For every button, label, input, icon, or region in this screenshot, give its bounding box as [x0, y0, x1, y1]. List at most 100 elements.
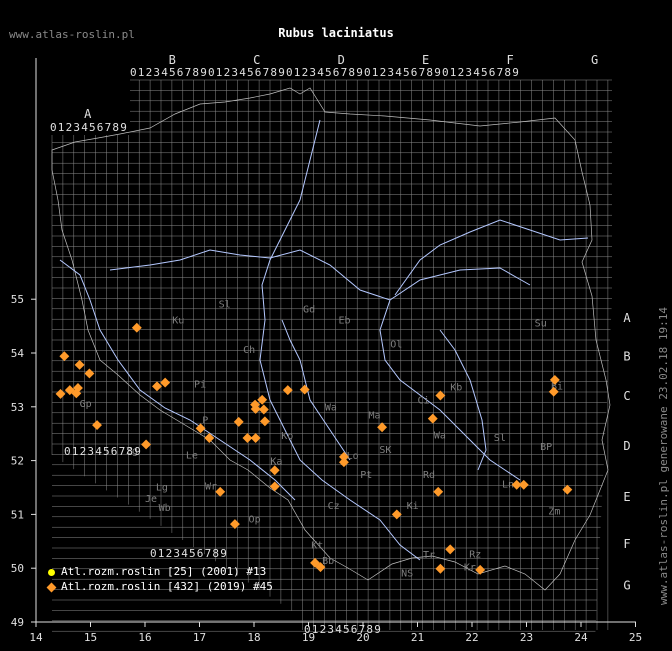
region-label: Zm — [548, 506, 560, 517]
y-tick-label: 51 — [11, 508, 24, 521]
grid-digit: 1 — [58, 121, 65, 134]
grid-digit: 0 — [130, 66, 137, 79]
grid-digit: 7 — [497, 66, 504, 79]
grid-digit: 7 — [119, 445, 126, 458]
grid-digit: 2 — [302, 66, 309, 79]
grid-layer — [51, 79, 612, 632]
grid-digit: 9 — [374, 623, 381, 636]
record-point — [204, 433, 215, 443]
grid-letter-top: G — [591, 53, 598, 67]
grid-letter-right: G — [623, 579, 630, 593]
record-point — [152, 381, 162, 392]
grid-digit: 7 — [341, 66, 348, 79]
record-point — [141, 439, 152, 450]
region-label: Le — [186, 450, 198, 461]
y-tick-label: 52 — [11, 455, 24, 468]
distribution-map: KuSl GdEb SuCh OlPiCiBiKbGp WaMaPKo Wa SlBPZg L… — [11, 53, 642, 644]
map-title: Rubus laciniatus — [278, 26, 394, 40]
record-point — [259, 416, 270, 427]
region-label: Ci — [418, 396, 430, 407]
grid-digit: 4 — [239, 66, 246, 79]
region-label: Ma — [368, 411, 380, 422]
river-bug — [394, 219, 589, 296]
grid-digit: 2 — [458, 66, 465, 79]
grid-letter-right: D — [623, 439, 630, 453]
grid-digit: 3 — [387, 66, 394, 79]
grid-digit: 8 — [366, 623, 373, 636]
region-label: Ka — [270, 456, 282, 467]
grid-digit: 8 — [112, 121, 119, 134]
region-label: Eb — [338, 315, 350, 326]
river-oder — [59, 259, 296, 501]
orange-diamond-icon — [46, 582, 57, 592]
grid-digit: 6 — [255, 66, 262, 79]
record-point — [427, 413, 438, 424]
record-point — [233, 416, 244, 427]
grid-digit: 9 — [120, 121, 127, 134]
grid-digit: 4 — [317, 66, 324, 79]
grid-letter-right: C — [623, 389, 630, 403]
region-label: Kr — [464, 562, 476, 573]
grid-letter-top: F — [507, 53, 514, 67]
grid-digit: 0 — [150, 547, 157, 560]
grid-digit: 0 — [208, 66, 215, 79]
river-warta — [109, 249, 531, 301]
grid-digit: 8 — [348, 66, 355, 79]
grid-digit: 8 — [426, 66, 433, 79]
region-label: Ku — [172, 315, 184, 326]
grid-digit: 1 — [72, 445, 79, 458]
grid-digit: 3 — [153, 66, 160, 79]
region-label: Op — [249, 514, 261, 525]
grid-digit: 7 — [359, 623, 366, 636]
grid-digit: 1 — [294, 66, 301, 79]
grid-digit: 0 — [50, 121, 57, 134]
record-point — [433, 486, 444, 497]
grid-digit: 4 — [473, 66, 480, 79]
grid-digit: 9 — [434, 66, 441, 79]
region-label: Ki — [407, 501, 419, 512]
record-point — [84, 368, 95, 379]
region-label: Wa — [434, 431, 446, 442]
region-label: Kt — [311, 540, 323, 551]
region-label: BP — [540, 442, 552, 453]
grid-digit: 6 — [489, 66, 496, 79]
x-tick-label: 25 — [629, 631, 642, 644]
grid-digit: 3 — [87, 445, 94, 458]
x-tick-label: 21 — [411, 631, 424, 644]
record-point — [282, 385, 293, 396]
grid-digit: 3 — [73, 121, 80, 134]
region-label: Sl — [219, 299, 231, 310]
grid-digit: 2 — [166, 547, 173, 560]
y-tick-label: 53 — [11, 401, 24, 414]
grid-digit: 5 — [343, 623, 350, 636]
region-label: Rd — [423, 470, 435, 481]
grid-digit: 8 — [270, 66, 277, 79]
record-point — [391, 509, 402, 520]
grid-digit: 9 — [220, 547, 227, 560]
region-label: SK — [379, 445, 391, 456]
grid-digit: 6 — [177, 66, 184, 79]
record-point — [562, 484, 573, 495]
grid-digit: 5 — [325, 66, 332, 79]
x-tick-label: 14 — [29, 631, 43, 644]
record-point — [74, 359, 85, 370]
x-tick-label: 18 — [247, 631, 260, 644]
grid-digit: 9 — [134, 445, 141, 458]
legend-label-2019: Atl.rozm.roslin [432] (2019) #45 — [61, 580, 273, 593]
grid-digit: 5 — [403, 66, 410, 79]
region-label: Bb — [322, 556, 334, 567]
grid-digit: 6 — [197, 547, 204, 560]
region-label: NS — [401, 568, 413, 579]
grid-digit: 9 — [278, 66, 285, 79]
grid-digit: 7 — [205, 547, 212, 560]
grid-digit: 5 — [103, 445, 110, 458]
region-label: Pt — [360, 470, 372, 481]
grid-digit: 3 — [173, 547, 180, 560]
grid-letter-top: D — [338, 53, 345, 67]
y-tick-label: 54 — [11, 347, 25, 360]
grid-digit: 6 — [333, 66, 340, 79]
region-label: Lg — [156, 483, 168, 494]
region-label: Gp — [80, 399, 92, 410]
region-label: Wr — [205, 482, 217, 493]
grid-letter-top: B — [169, 53, 176, 67]
